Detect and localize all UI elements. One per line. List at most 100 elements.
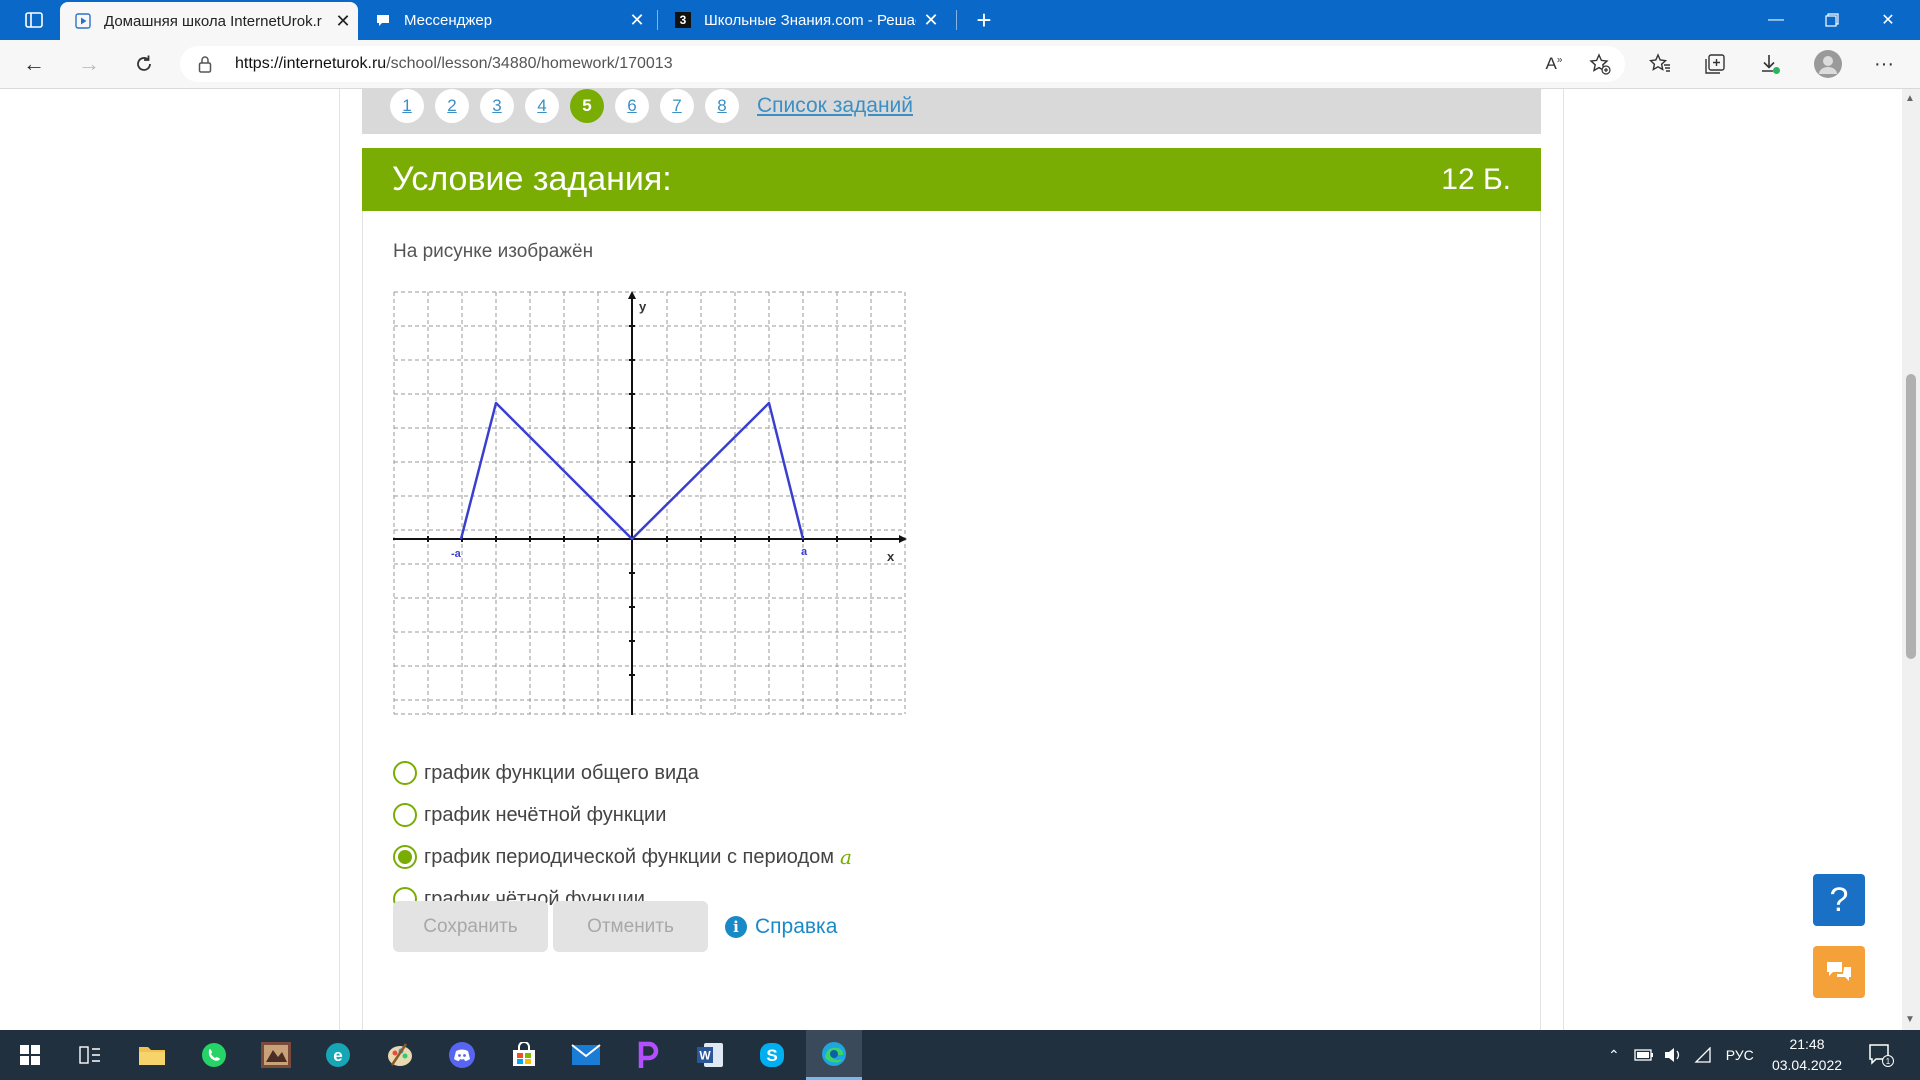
downloads-button[interactable] [1752, 46, 1788, 82]
taskbar-file-explorer[interactable] [124, 1030, 180, 1080]
folder-icon [139, 1047, 165, 1065]
znania-icon: 3 [674, 11, 692, 29]
read-aloud-button[interactable]: A» [1536, 46, 1572, 82]
browser-tab-bar: Домашняя школа InternetUrok.r ✕ Мессендж… [0, 0, 1920, 40]
taskbar-word[interactable]: W [682, 1030, 738, 1080]
collections-button[interactable] [1697, 46, 1733, 82]
taskbar-store[interactable] [496, 1030, 552, 1080]
notification-center-button[interactable]: 1 [1856, 1030, 1906, 1080]
taskbar-paint-app[interactable] [372, 1030, 428, 1080]
task-nav-7[interactable]: 7 [660, 89, 694, 123]
star-plus-icon [1589, 53, 1611, 75]
url-path: /school/lesson/34880/homework/170013 [386, 55, 673, 72]
tab-actions-button[interactable] [10, 0, 58, 40]
task-nav-5[interactable]: 5 [570, 89, 604, 123]
tab-znania[interactable]: 3 Школьные Знания.com - Решае ✕ [660, 0, 946, 40]
word-icon: W [697, 1043, 723, 1067]
refresh-button[interactable] [126, 46, 162, 82]
taskbar-mail[interactable] [558, 1030, 614, 1080]
close-icon[interactable]: ✕ [622, 10, 652, 31]
settings-menu-button[interactable]: ··· [1866, 46, 1902, 82]
tab-title: Мессенджер [404, 11, 493, 29]
new-tab-button[interactable]: + [966, 0, 1002, 40]
close-icon: ✕ [1881, 12, 1895, 29]
chat-button[interactable] [1813, 946, 1865, 998]
tab-separator [657, 10, 658, 30]
radio-button-selected[interactable] [393, 845, 417, 869]
taskbar-game[interactable] [248, 1030, 304, 1080]
answer-option-3[interactable]: график периодической функции с периодом … [393, 843, 852, 871]
task-title: Условие задания: [392, 160, 672, 198]
vertical-scrollbar[interactable]: ▲ ▼ [1902, 89, 1920, 1030]
task-list-link[interactable]: Список заданий [757, 89, 913, 123]
scroll-down-icon[interactable]: ▼ [1905, 1014, 1915, 1025]
taskbar-edu-app[interactable]: e [310, 1030, 366, 1080]
edge-icon [822, 1041, 846, 1066]
favorites-icon [1649, 53, 1670, 72]
task-nav-2[interactable]: 2 [435, 89, 469, 123]
taskbar-whatsapp[interactable] [186, 1030, 242, 1080]
scrollbar-thumb[interactable] [1906, 374, 1916, 659]
chat-icon [1827, 962, 1851, 981]
battery-icon[interactable] [1634, 1049, 1654, 1061]
task-nav-3[interactable]: 3 [480, 89, 514, 123]
tab-interneturok[interactable]: Домашняя школа InternetUrok.r ✕ [60, 2, 358, 40]
url-field[interactable]: https://interneturok.ru/school/lesson/34… [180, 46, 1625, 82]
help-button[interactable]: ? [1813, 874, 1865, 926]
help-link[interactable]: i Справка [725, 901, 837, 952]
question-icon: ? [1829, 880, 1849, 919]
task-nav-1[interactable]: 1 [390, 89, 424, 123]
network-icon[interactable] [1694, 1047, 1712, 1063]
svg-text:S: S [766, 1046, 777, 1065]
close-icon[interactable]: ✕ [328, 11, 358, 32]
taskbar-clock[interactable]: 21:48 03.04.2022 [1762, 1034, 1852, 1076]
radio-button[interactable] [393, 761, 417, 785]
minimize-button[interactable]: — [1748, 0, 1804, 40]
favorites-button[interactable] [1642, 46, 1678, 82]
taskbar-picsart[interactable] [620, 1030, 676, 1080]
tray-chevron-icon[interactable]: ⌃ [1608, 1047, 1620, 1064]
svg-text:e: e [333, 1046, 342, 1065]
close-window-button[interactable]: ✕ [1860, 0, 1916, 40]
info-icon: i [725, 915, 747, 938]
back-button[interactable]: ← [16, 46, 52, 82]
system-tray: ⌃ РУС [1608, 1030, 1754, 1080]
answer-option-1[interactable]: график функции общего вида [393, 759, 699, 787]
task-statement: На рисунке изображён [393, 241, 594, 262]
add-favorite-button[interactable] [1582, 46, 1618, 82]
taskbar-discord[interactable] [434, 1030, 490, 1080]
start-button[interactable] [2, 1030, 58, 1080]
arrow-left-icon: ← [23, 51, 45, 76]
radio-button[interactable] [393, 803, 417, 827]
task-view-button[interactable] [62, 1030, 118, 1080]
e-app-icon: e [326, 1043, 350, 1067]
language-indicator[interactable]: РУС [1726, 1047, 1754, 1063]
task-nav-8[interactable]: 8 [705, 89, 739, 123]
answer-option-2[interactable]: график нечётной функции [393, 801, 666, 829]
refresh-icon [137, 55, 151, 71]
taskbar-skype[interactable]: S [744, 1030, 800, 1080]
volume-icon[interactable] [1664, 1047, 1682, 1063]
forward-button[interactable]: → [71, 46, 107, 82]
windows-taskbar: e W S ⌃ РУС 21:48 03.04.2022 1 [0, 1030, 1920, 1080]
restore-button[interactable] [1804, 0, 1860, 40]
url-host: https://interneturok.ru [235, 55, 387, 72]
restore-icon [1825, 13, 1839, 27]
taskbar-edge[interactable] [806, 1030, 862, 1080]
scroll-up-icon[interactable]: ▲ [1905, 93, 1915, 104]
cancel-button[interactable]: Отменить [553, 901, 708, 952]
profile-button[interactable] [1810, 46, 1846, 82]
clock-time: 21:48 [1789, 1036, 1825, 1052]
notification-icon: 1 [1869, 1044, 1894, 1067]
tab-messenger[interactable]: Мессенджер ✕ [360, 0, 652, 40]
more-icon: ··· [1874, 52, 1894, 75]
save-button[interactable]: Сохранить [393, 901, 548, 952]
task-nav-4[interactable]: 4 [525, 89, 559, 123]
windows-logo-icon [20, 1045, 40, 1065]
neg-a-label: -a [451, 548, 462, 560]
svg-text:1: 1 [1886, 1057, 1891, 1066]
task-nav-6[interactable]: 6 [615, 89, 649, 123]
close-icon[interactable]: ✕ [916, 10, 946, 31]
store-icon [513, 1042, 535, 1066]
whatsapp-icon [202, 1043, 226, 1067]
